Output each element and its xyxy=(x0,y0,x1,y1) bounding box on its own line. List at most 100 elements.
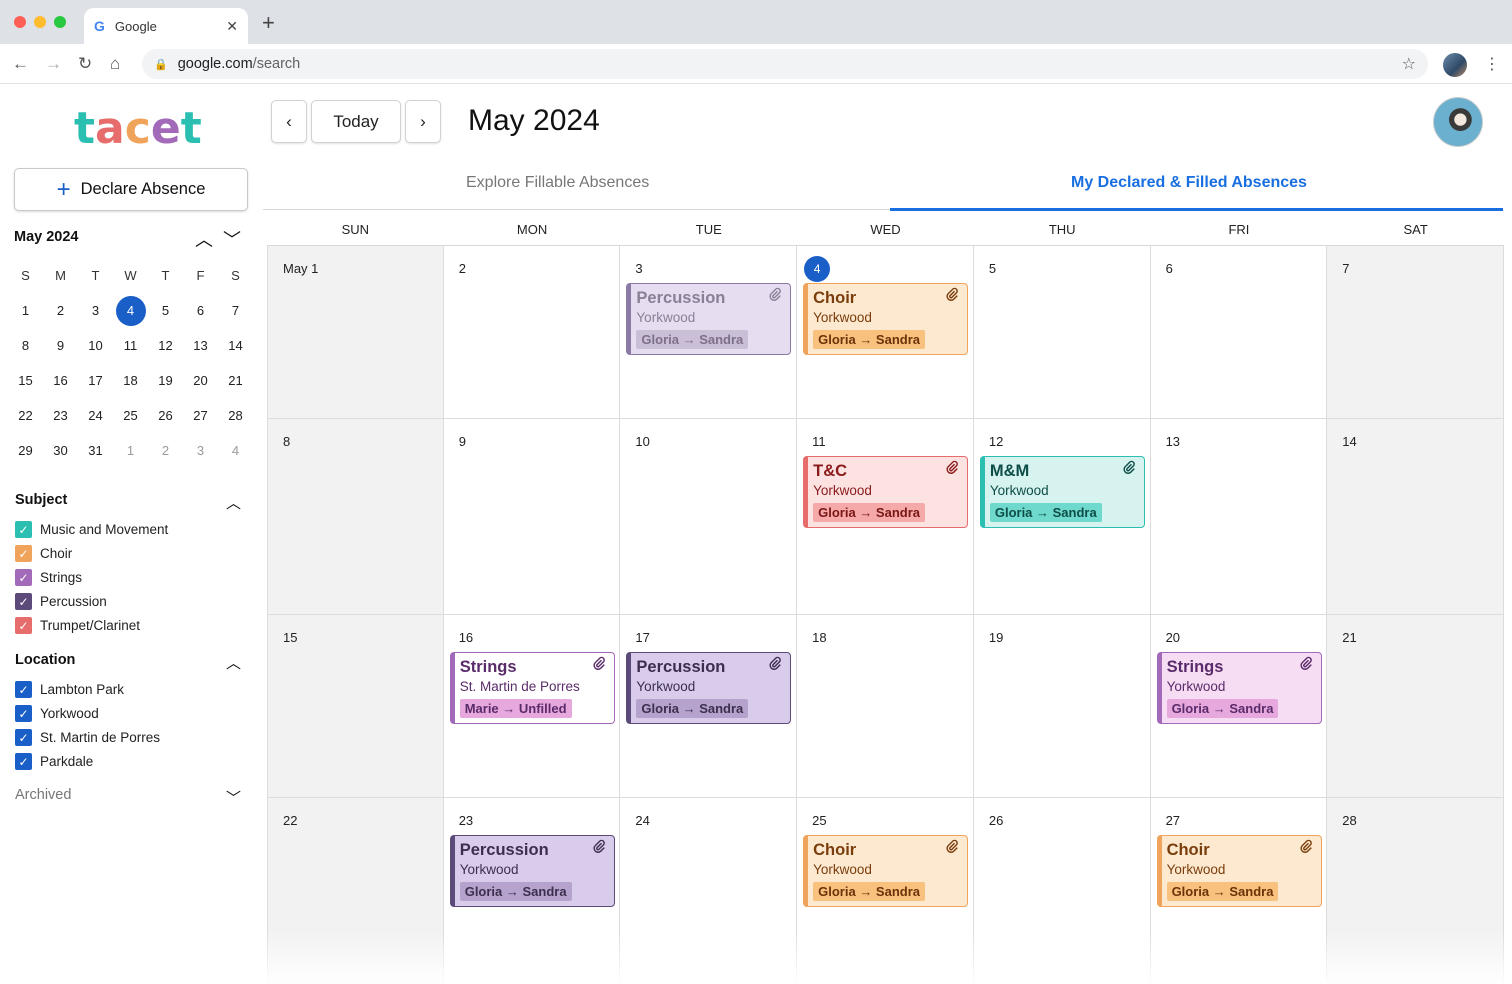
mini-calendar-day[interactable]: 2 xyxy=(43,293,78,328)
previous-month-button[interactable]: ‹ xyxy=(271,100,307,143)
chevron-down-icon[interactable]: ﹀ xyxy=(223,226,241,252)
absence-event-card[interactable]: Strings Yorkwood Gloria → Sandra xyxy=(1156,652,1322,724)
paperclip-icon[interactable] xyxy=(945,287,959,304)
home-icon[interactable]: ⌂ xyxy=(110,54,120,74)
calendar-day-cell[interactable]: 10 xyxy=(620,419,798,615)
checkbox-checked-icon[interactable]: ✓ xyxy=(15,617,32,634)
mini-calendar-day[interactable]: 9 xyxy=(43,328,78,363)
filter-checkbox-item[interactable]: ✓ Lambton Park xyxy=(15,681,124,698)
calendar-day-cell[interactable]: 27 Choir Yorkwood Gloria → Sandra xyxy=(1150,798,1328,984)
calendar-day-cell[interactable]: 8 xyxy=(267,419,444,615)
calendar-day-cell[interactable]: 13 xyxy=(1150,419,1328,615)
absence-event-card[interactable]: Percussion Yorkwood Gloria → Sandra xyxy=(626,283,792,355)
calendar-day-cell[interactable]: 5 xyxy=(973,246,1151,419)
mini-calendar-day[interactable]: 18 xyxy=(113,363,148,398)
browser-menu-icon[interactable]: ⋮ xyxy=(1484,54,1500,74)
absence-event-card[interactable]: Percussion Yorkwood Gloria → Sandra xyxy=(449,835,615,907)
filter-checkbox-item[interactable]: ✓ Percussion xyxy=(15,593,107,610)
calendar-day-cell[interactable]: 17 Percussion Yorkwood Gloria → Sandra xyxy=(620,615,798,798)
checkbox-checked-icon[interactable]: ✓ xyxy=(15,593,32,610)
calendar-day-cell[interactable]: 9 xyxy=(443,419,621,615)
filter-checkbox-item[interactable]: ✓ Trumpet/Clarinet xyxy=(15,617,140,634)
checkbox-checked-icon[interactable]: ✓ xyxy=(15,729,32,746)
mini-calendar-day[interactable]: 1 xyxy=(8,293,43,328)
calendar-day-cell[interactable]: 6 xyxy=(1150,246,1328,419)
mini-calendar-day[interactable]: 16 xyxy=(43,363,78,398)
calendar-day-cell[interactable]: 20 Strings Yorkwood Gloria → Sandra xyxy=(1150,615,1328,798)
mini-calendar-day[interactable]: 15 xyxy=(8,363,43,398)
filter-checkbox-item[interactable]: ✓ Choir xyxy=(15,545,72,562)
mini-calendar-day[interactable]: 5 xyxy=(148,293,183,328)
chevron-up-icon[interactable]: ︿ xyxy=(226,652,241,673)
mini-calendar-day[interactable]: 19 xyxy=(148,363,183,398)
mini-calendar-day[interactable]: 27 xyxy=(183,398,218,433)
today-button[interactable]: Today xyxy=(311,100,401,143)
user-avatar[interactable] xyxy=(1433,97,1483,147)
absence-event-card[interactable]: Choir Yorkwood Gloria → Sandra xyxy=(803,835,969,907)
forward-icon[interactable]: → xyxy=(45,54,62,74)
mini-calendar-day[interactable]: 31 xyxy=(78,433,113,468)
calendar-day-cell[interactable]: 2 xyxy=(443,246,621,419)
paperclip-icon[interactable] xyxy=(768,656,782,673)
mini-calendar-day[interactable]: 26 xyxy=(148,398,183,433)
checkbox-checked-icon[interactable]: ✓ xyxy=(15,545,32,562)
close-tab-icon[interactable]: ✕ xyxy=(226,18,238,35)
filter-checkbox-item[interactable]: ✓ Music and Movement xyxy=(15,521,168,538)
declare-absence-button[interactable]: + Declare Absence xyxy=(14,168,248,211)
mini-calendar-day[interactable]: 28 xyxy=(218,398,253,433)
tab-my-declared-filled-absences[interactable]: My Declared & Filled Absences xyxy=(1071,174,1307,192)
mini-calendar-day[interactable]: 21 xyxy=(218,363,253,398)
paperclip-icon[interactable] xyxy=(945,460,959,477)
calendar-day-cell[interactable]: 25 Choir Yorkwood Gloria → Sandra xyxy=(797,798,974,984)
calendar-day-cell[interactable]: 15 xyxy=(267,615,444,798)
mini-calendar-day[interactable]: 7 xyxy=(218,293,253,328)
mini-calendar-day[interactable]: 6 xyxy=(183,293,218,328)
mini-calendar-day[interactable]: 1 xyxy=(113,433,148,468)
mini-calendar-day[interactable]: 3 xyxy=(183,433,218,468)
calendar-day-cell[interactable]: 24 xyxy=(620,798,798,984)
omnibox[interactable]: 🔒 google.com/search ☆ xyxy=(142,49,1428,79)
mini-calendar-day[interactable]: 3 xyxy=(78,293,113,328)
filter-checkbox-item[interactable]: ✓ Yorkwood xyxy=(15,705,99,722)
absence-event-card[interactable]: T&C Yorkwood Gloria → Sandra xyxy=(803,456,969,528)
mini-calendar-day[interactable]: 4 xyxy=(113,293,148,328)
checkbox-checked-icon[interactable]: ✓ xyxy=(15,753,32,770)
paperclip-icon[interactable] xyxy=(768,287,782,304)
absence-event-card[interactable]: M&M Yorkwood Gloria → Sandra xyxy=(979,456,1145,528)
calendar-day-cell[interactable]: 14 xyxy=(1327,419,1504,615)
absence-event-card[interactable]: Strings St. Martin de Porres Marie → Unfil… xyxy=(449,652,615,724)
close-window-icon[interactable] xyxy=(14,16,26,28)
calendar-day-cell[interactable]: 3 Percussion Yorkwood Gloria → Sandra xyxy=(620,246,798,419)
absence-event-card[interactable]: Percussion Yorkwood Gloria → Sandra xyxy=(626,652,792,724)
calendar-day-cell[interactable]: May 1 xyxy=(267,246,444,419)
calendar-day-cell[interactable]: 22 xyxy=(267,798,444,984)
archived-section-title[interactable]: Archived xyxy=(15,787,71,803)
paperclip-icon[interactable] xyxy=(945,839,959,856)
mini-calendar-day[interactable]: 11 xyxy=(113,328,148,363)
paperclip-icon[interactable] xyxy=(1299,839,1313,856)
mini-calendar-day[interactable]: 2 xyxy=(148,433,183,468)
next-month-button[interactable]: › xyxy=(405,100,441,143)
mini-calendar-day[interactable]: 22 xyxy=(8,398,43,433)
mini-calendar-day[interactable]: 29 xyxy=(8,433,43,468)
paperclip-icon[interactable] xyxy=(1122,460,1136,477)
calendar-day-cell[interactable]: 11 T&C Yorkwood Gloria → Sandra xyxy=(797,419,974,615)
paperclip-icon[interactable] xyxy=(1299,656,1313,673)
checkbox-checked-icon[interactable]: ✓ xyxy=(15,705,32,722)
minimize-window-icon[interactable] xyxy=(34,16,46,28)
tab-explore-fillable-absences[interactable]: Explore Fillable Absences xyxy=(466,174,649,192)
mini-calendar-day[interactable]: 4 xyxy=(218,433,253,468)
calendar-day-cell[interactable]: 21 xyxy=(1327,615,1504,798)
calendar-day-cell[interactable]: 18 xyxy=(797,615,974,798)
mini-calendar-day[interactable]: 23 xyxy=(43,398,78,433)
mini-calendar-day[interactable]: 30 xyxy=(43,433,78,468)
calendar-day-cell[interactable]: 19 xyxy=(973,615,1151,798)
back-icon[interactable]: ← xyxy=(12,54,29,74)
paperclip-icon[interactable] xyxy=(592,839,606,856)
browser-tab[interactable]: G Google ✕ xyxy=(84,8,248,44)
new-tab-icon[interactable]: + xyxy=(262,12,275,34)
calendar-day-cell[interactable]: 23 Percussion Yorkwood Gloria → Sandra xyxy=(443,798,621,984)
paperclip-icon[interactable] xyxy=(592,656,606,673)
maximize-window-icon[interactable] xyxy=(54,16,66,28)
filter-checkbox-item[interactable]: ✓ St. Martin de Porres xyxy=(15,729,160,746)
